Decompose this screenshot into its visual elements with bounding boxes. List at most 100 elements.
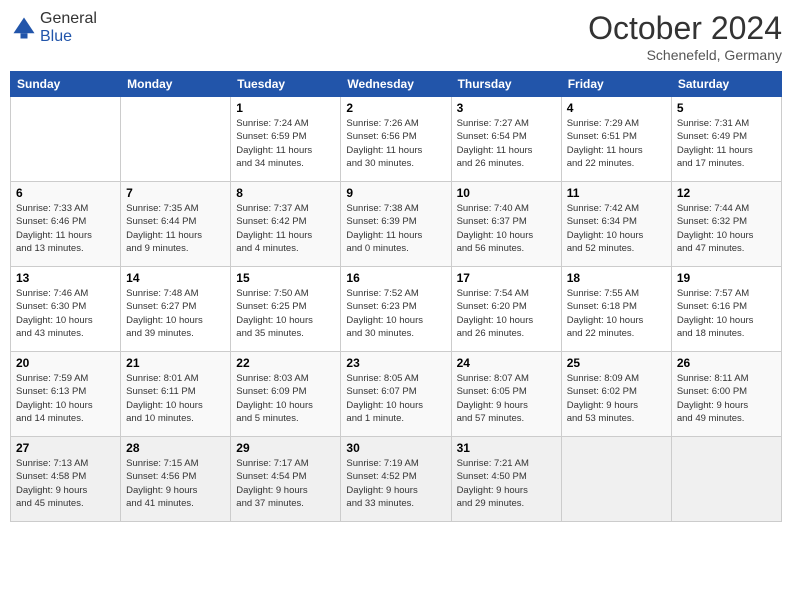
calendar-cell: 5 Sunrise: 7:31 AMSunset: 6:49 PMDaylight… [671,97,781,182]
calendar-cell: 8 Sunrise: 7:37 AMSunset: 6:42 PMDaylight… [231,182,341,267]
day-info: Sunrise: 7:57 AMSunset: 6:16 PMDaylight:… [677,287,776,340]
day-info: Sunrise: 7:24 AMSunset: 6:59 PMDaylight:… [236,117,335,170]
calendar-cell: 28Sunrise: 7:15 AMSunset: 4:56 PMDayligh… [121,437,231,522]
day-info: Sunrise: 8:01 AMSunset: 6:11 PMDaylight:… [126,372,225,425]
calendar-cell: 27Sunrise: 7:13 AMSunset: 4:58 PMDayligh… [11,437,121,522]
day-number: 17 [457,271,556,285]
day-number: 10 [457,186,556,200]
logo-icon [10,14,38,42]
day-info: Sunrise: 8:09 AMSunset: 6:02 PMDaylight:… [567,372,666,425]
day-info: Sunrise: 7:26 AMSunset: 6:56 PMDaylight:… [346,117,445,170]
calendar-week-row: 13 Sunrise: 7:46 AMSunset: 6:30 PMDayligh… [11,267,782,352]
day-info: Sunrise: 7:46 AMSunset: 6:30 PMDaylight:… [16,287,115,340]
day-number: 3 [457,101,556,115]
logo-general: General [40,10,97,27]
day-number: 11 [567,186,666,200]
day-info: Sunrise: 8:03 AMSunset: 6:09 PMDaylight:… [236,372,335,425]
day-number: 7 [126,186,225,200]
calendar-cell: 11 Sunrise: 7:42 AMSunset: 6:34 PMDayligh… [561,182,671,267]
calendar-cell [671,437,781,522]
calendar-cell: 15Sunrise: 7:50 AMSunset: 6:25 PMDayligh… [231,267,341,352]
day-number: 27 [16,441,115,455]
calendar-cell: 16Sunrise: 7:52 AMSunset: 6:23 PMDayligh… [341,267,451,352]
day-number: 6 [16,186,115,200]
calendar-cell: 26 Sunrise: 8:11 AMSunset: 6:00 PMDayligh… [671,352,781,437]
logo-text: General Blue [40,10,97,46]
calendar-cell: 1 Sunrise: 7:24 AMSunset: 6:59 PMDaylight… [231,97,341,182]
day-info: Sunrise: 7:19 AMSunset: 4:52 PMDaylight:… [346,457,445,510]
page-header: General Blue October 2024 Schenefeld, Ge… [10,10,782,63]
day-info: Sunrise: 7:40 AMSunset: 6:37 PMDaylight:… [457,202,556,255]
day-number: 21 [126,356,225,370]
calendar-cell: 23 Sunrise: 8:05 AMSunset: 6:07 PMDayligh… [341,352,451,437]
calendar-cell [121,97,231,182]
day-number: 19 [677,271,776,285]
calendar-cell: 29 Sunrise: 7:17 AMSunset: 4:54 PMDayligh… [231,437,341,522]
day-info: Sunrise: 7:55 AMSunset: 6:18 PMDaylight:… [567,287,666,340]
weekday-header-row: SundayMondayTuesdayWednesdayThursdayFrid… [11,72,782,97]
calendar-cell: 10 Sunrise: 7:40 AMSunset: 6:37 PMDayligh… [451,182,561,267]
day-info: Sunrise: 7:17 AMSunset: 4:54 PMDaylight:… [236,457,335,510]
day-number: 5 [677,101,776,115]
day-number: 1 [236,101,335,115]
location: Schenefeld, Germany [588,47,782,63]
day-number: 26 [677,356,776,370]
calendar-cell: 3 Sunrise: 7:27 AMSunset: 6:54 PMDaylight… [451,97,561,182]
day-info: Sunrise: 7:29 AMSunset: 6:51 PMDaylight:… [567,117,666,170]
day-info: Sunrise: 8:05 AMSunset: 6:07 PMDaylight:… [346,372,445,425]
weekday-header: Tuesday [231,72,341,97]
day-info: Sunrise: 7:52 AMSunset: 6:23 PMDaylight:… [346,287,445,340]
calendar-cell: 30 Sunrise: 7:19 AMSunset: 4:52 PMDayligh… [341,437,451,522]
day-info: Sunrise: 7:31 AMSunset: 6:49 PMDaylight:… [677,117,776,170]
day-number: 24 [457,356,556,370]
calendar-cell: 20 Sunrise: 7:59 AMSunset: 6:13 PMDayligh… [11,352,121,437]
day-number: 2 [346,101,445,115]
day-info: Sunrise: 7:59 AMSunset: 6:13 PMDaylight:… [16,372,115,425]
calendar-cell: 12Sunrise: 7:44 AMSunset: 6:32 PMDayligh… [671,182,781,267]
calendar-cell [561,437,671,522]
weekday-header: Monday [121,72,231,97]
logo-blue: Blue [40,28,72,45]
day-number: 28 [126,441,225,455]
day-number: 12 [677,186,776,200]
calendar-cell: 17Sunrise: 7:54 AMSunset: 6:20 PMDayligh… [451,267,561,352]
day-number: 22 [236,356,335,370]
calendar-table: SundayMondayTuesdayWednesdayThursdayFrid… [10,71,782,522]
day-number: 30 [346,441,445,455]
day-number: 18 [567,271,666,285]
calendar-cell: 9Sunrise: 7:38 AMSunset: 6:39 PMDaylight… [341,182,451,267]
calendar-week-row: 20 Sunrise: 7:59 AMSunset: 6:13 PMDayligh… [11,352,782,437]
logo: General Blue [10,10,97,46]
day-number: 31 [457,441,556,455]
calendar-cell: 24Sunrise: 8:07 AMSunset: 6:05 PMDayligh… [451,352,561,437]
day-number: 14 [126,271,225,285]
weekday-header: Wednesday [341,72,451,97]
day-number: 9 [346,186,445,200]
calendar-cell: 2 Sunrise: 7:26 AMSunset: 6:56 PMDaylight… [341,97,451,182]
day-info: Sunrise: 8:11 AMSunset: 6:00 PMDaylight:… [677,372,776,425]
day-info: Sunrise: 7:21 AMSunset: 4:50 PMDaylight:… [457,457,556,510]
day-info: Sunrise: 7:48 AMSunset: 6:27 PMDaylight:… [126,287,225,340]
day-info: Sunrise: 7:50 AMSunset: 6:25 PMDaylight:… [236,287,335,340]
day-number: 20 [16,356,115,370]
weekday-header: Thursday [451,72,561,97]
day-info: Sunrise: 7:35 AMSunset: 6:44 PMDaylight:… [126,202,225,255]
calendar-cell: 6 Sunrise: 7:33 AMSunset: 6:46 PMDaylight… [11,182,121,267]
day-number: 4 [567,101,666,115]
day-number: 29 [236,441,335,455]
day-info: Sunrise: 7:33 AMSunset: 6:46 PMDaylight:… [16,202,115,255]
calendar-cell [11,97,121,182]
calendar-cell: 7 Sunrise: 7:35 AMSunset: 6:44 PMDaylight… [121,182,231,267]
weekday-header: Sunday [11,72,121,97]
calendar-cell: 14 Sunrise: 7:48 AMSunset: 6:27 PMDayligh… [121,267,231,352]
day-number: 13 [16,271,115,285]
calendar-cell: 18 Sunrise: 7:55 AMSunset: 6:18 PMDayligh… [561,267,671,352]
day-number: 23 [346,356,445,370]
day-info: Sunrise: 7:37 AMSunset: 6:42 PMDaylight:… [236,202,335,255]
day-info: Sunrise: 7:42 AMSunset: 6:34 PMDaylight:… [567,202,666,255]
calendar-cell: 25Sunrise: 8:09 AMSunset: 6:02 PMDayligh… [561,352,671,437]
weekday-header: Friday [561,72,671,97]
day-number: 8 [236,186,335,200]
day-info: Sunrise: 7:27 AMSunset: 6:54 PMDaylight:… [457,117,556,170]
weekday-header: Saturday [671,72,781,97]
